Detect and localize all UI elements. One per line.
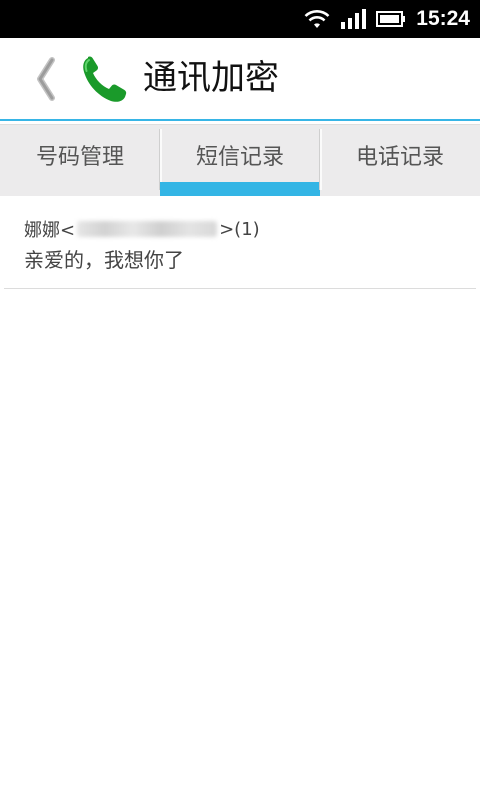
tab-call-records[interactable]: 电话记录 bbox=[320, 125, 480, 196]
message-preview: 亲爱的，我想你了 bbox=[24, 248, 184, 272]
signal-icon bbox=[340, 8, 367, 30]
chevron-left-icon[interactable] bbox=[30, 56, 60, 102]
wifi-icon bbox=[304, 8, 330, 30]
message-list: 娜娜< >(1) 亲爱的，我想你了 bbox=[0, 196, 480, 289]
message-count: >(1) bbox=[219, 218, 260, 240]
contact-name: 娜娜< bbox=[24, 220, 76, 241]
phone-icon bbox=[80, 54, 128, 104]
tab-label: 电话记录 bbox=[355, 144, 444, 170]
divider bbox=[4, 288, 476, 289]
redacted-number bbox=[77, 221, 218, 237]
status-icons: 15:24 bbox=[304, 0, 470, 38]
tab-indicator bbox=[160, 182, 320, 196]
action-bar-divider bbox=[0, 119, 480, 121]
list-item[interactable]: 娜娜< >(1) 亲爱的，我想你了 bbox=[0, 196, 480, 289]
status-bar: 15:24 bbox=[0, 0, 480, 38]
tab-number-management[interactable]: 号码管理 bbox=[0, 125, 160, 196]
tab-bar: 号码管理 短信记录 电话记录 bbox=[0, 124, 480, 196]
tab-sms-records[interactable]: 短信记录 bbox=[160, 125, 320, 196]
battery-icon bbox=[376, 10, 406, 28]
action-bar: 通讯加密 bbox=[0, 38, 480, 120]
page-title: 通讯加密 bbox=[143, 58, 279, 98]
tab-label: 短信记录 bbox=[195, 144, 284, 170]
tab-label: 号码管理 bbox=[35, 144, 124, 170]
status-time: 15:24 bbox=[416, 7, 470, 30]
message-contact: 娜娜< >(1) bbox=[24, 216, 260, 242]
